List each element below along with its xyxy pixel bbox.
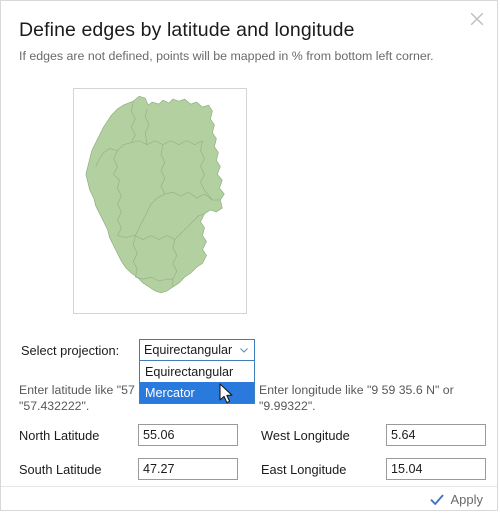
projection-option-mercator[interactable]: Mercator bbox=[140, 382, 254, 403]
dialog-subtitle: If edges are not defined, points will be… bbox=[19, 49, 434, 63]
west-longitude-label: West Longitude bbox=[261, 428, 350, 443]
projection-option-list: Equirectangular Mercator bbox=[139, 361, 255, 404]
close-button[interactable] bbox=[463, 5, 491, 33]
south-latitude-input[interactable] bbox=[138, 458, 238, 480]
projection-option-label: Mercator bbox=[145, 385, 195, 400]
projection-selected-value: Equirectangular bbox=[144, 343, 233, 357]
west-longitude-input[interactable] bbox=[386, 424, 486, 446]
germany-map-icon bbox=[85, 95, 225, 294]
projection-option-equirectangular[interactable]: Equirectangular bbox=[140, 361, 254, 382]
apply-button[interactable]: Apply bbox=[430, 492, 483, 507]
page-title: Define edges by latitude and longitude bbox=[19, 19, 355, 41]
projection-select-box[interactable]: Equirectangular bbox=[139, 339, 255, 361]
chevron-down-icon bbox=[238, 344, 250, 356]
longitude-format-hint: Enter longitude like "9 59 35.6 N" or "9… bbox=[259, 383, 454, 413]
map-preview bbox=[73, 88, 247, 314]
check-icon bbox=[430, 493, 444, 507]
north-latitude-input[interactable] bbox=[138, 424, 238, 446]
north-latitude-label: North Latitude bbox=[19, 428, 100, 443]
projection-option-label: Equirectangular bbox=[145, 364, 234, 379]
footer-divider bbox=[1, 486, 497, 487]
east-longitude-input[interactable] bbox=[386, 458, 486, 480]
apply-label: Apply bbox=[450, 492, 483, 507]
projection-select[interactable]: Equirectangular Equirectangular Mercator bbox=[139, 339, 255, 404]
south-latitude-label: South Latitude bbox=[19, 462, 102, 477]
close-icon bbox=[470, 12, 484, 26]
east-longitude-label: East Longitude bbox=[261, 462, 347, 477]
define-edges-dialog: Define edges by latitude and longitude I… bbox=[0, 0, 498, 511]
select-projection-label: Select projection: bbox=[21, 343, 120, 358]
